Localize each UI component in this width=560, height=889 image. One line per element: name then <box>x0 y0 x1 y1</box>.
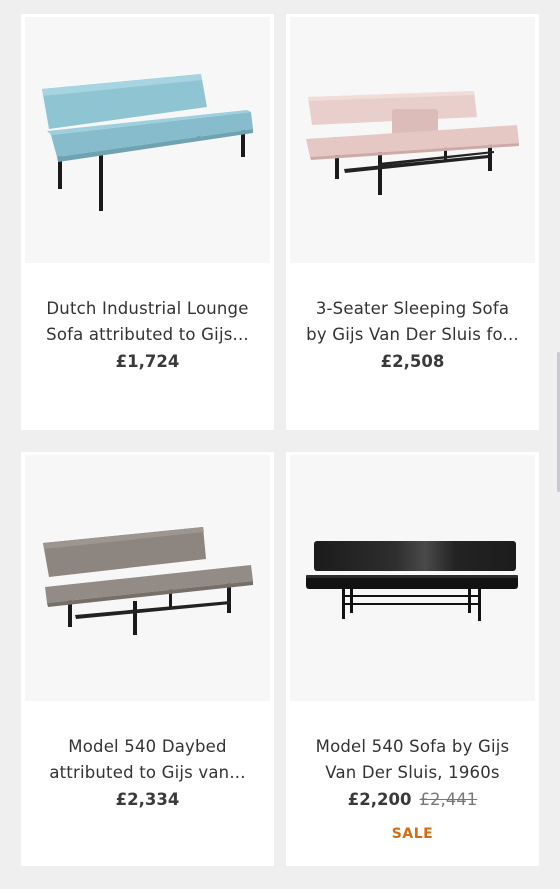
product-price: £2,508 <box>286 352 539 371</box>
sale-badge: SALE <box>391 826 434 842</box>
black-sofa-image <box>306 541 518 621</box>
product-title-line: Sofa attributed to Gijs... <box>46 325 249 344</box>
product-price: £2,200 £2,441 <box>286 790 539 809</box>
product-image[interactable] <box>290 17 535 263</box>
product-card[interactable]: Dutch Industrial Lounge Sofa attributed … <box>21 14 274 430</box>
product-title-line: Dutch Industrial Lounge <box>46 299 249 318</box>
product-grid: Dutch Industrial Lounge Sofa attributed … <box>0 0 560 889</box>
product-title[interactable]: 3-Seater Sleeping Sofa by Gijs Van Der S… <box>296 296 529 348</box>
current-price: £1,724 <box>115 352 180 371</box>
blue-sofa-image <box>42 74 253 211</box>
product-title[interactable]: Model 540 Sofa by Gijs Van Der Sluis, 19… <box>296 734 529 786</box>
product-title-line: Van Der Sluis, 1960s <box>325 763 500 782</box>
current-price: £2,334 <box>115 790 180 809</box>
original-price: £2,441 <box>419 790 478 809</box>
product-title-line: attributed to Gijs van... <box>49 763 246 782</box>
product-title-line: by Gijs Van Der Sluis fo... <box>306 325 519 344</box>
product-card[interactable]: Model 540 Sofa by Gijs Van Der Sluis, 19… <box>286 452 539 866</box>
product-title[interactable]: Model 540 Daybed attributed to Gijs van.… <box>31 734 264 786</box>
product-title-line: Model 540 Daybed <box>68 737 227 756</box>
product-card[interactable]: 3-Seater Sleeping Sofa by Gijs Van Der S… <box>286 14 539 430</box>
product-image[interactable] <box>290 455 535 701</box>
product-title-line: 3-Seater Sleeping Sofa <box>315 299 510 318</box>
product-price: £1,724 <box>21 352 274 371</box>
product-price: £2,334 <box>21 790 274 809</box>
current-price: £2,200 <box>347 790 412 809</box>
product-title[interactable]: Dutch Industrial Lounge Sofa attributed … <box>31 296 264 348</box>
pink-sofa-image <box>306 91 519 195</box>
product-image[interactable] <box>25 455 270 701</box>
product-title-line: Model 540 Sofa by Gijs <box>315 737 510 756</box>
current-price: £2,508 <box>380 352 445 371</box>
product-image[interactable] <box>25 17 270 263</box>
grey-daybed-image <box>43 527 253 635</box>
product-card[interactable]: Model 540 Daybed attributed to Gijs van.… <box>21 452 274 866</box>
